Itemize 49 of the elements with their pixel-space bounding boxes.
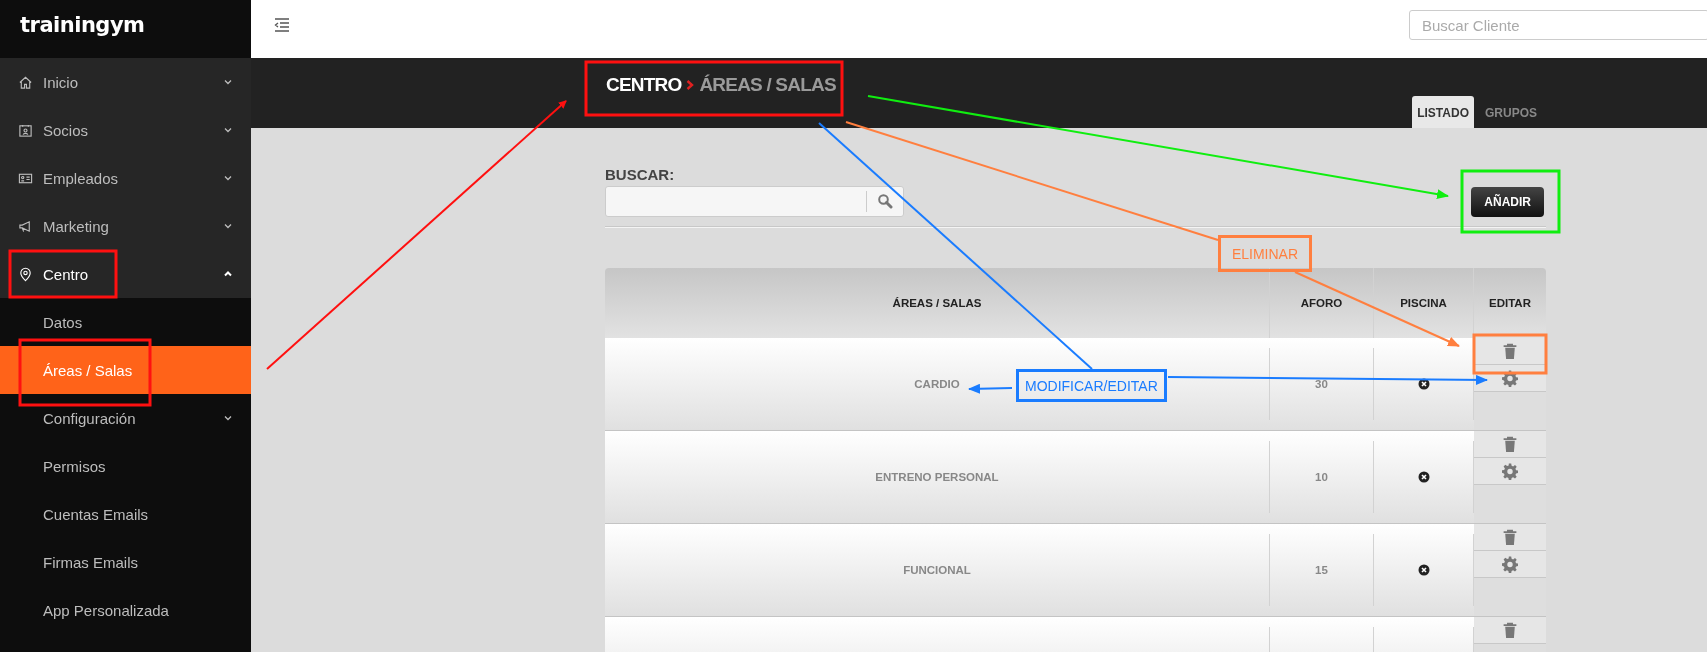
tab[interactable]: GRUPOS [1480, 96, 1542, 128]
sidebar-item[interactable]: Centro [0, 250, 251, 298]
sidebar-subitem[interactable]: Datos [0, 298, 251, 346]
annotation-arrow [968, 383, 1013, 394]
table-cell: 15 [1270, 534, 1374, 606]
id-badge-icon [18, 122, 33, 138]
sidebar-subitem[interactable]: Cuentas Emails [0, 490, 251, 538]
chevron-down-icon [223, 221, 233, 231]
home-icon [18, 74, 33, 90]
column-header: EDITAR [1488, 296, 1532, 311]
sidebar-subitem[interactable]: Configuración [0, 394, 251, 442]
chevron-down-icon [223, 125, 233, 135]
trash-icon[interactable] [1502, 528, 1518, 546]
chevron-up-icon [223, 269, 233, 279]
callout-label: MODIFICAR/EDITAR [1016, 369, 1167, 402]
menu-icon[interactable] [274, 18, 290, 32]
sidebar-subitem[interactable]: Permisos [0, 442, 251, 490]
chevron-down-icon [223, 77, 233, 87]
chevron-down-icon [223, 413, 233, 423]
logo: trainingym [19, 12, 146, 39]
tab[interactable]: LISTADO [1412, 96, 1474, 128]
table-cell: FUNCIONAL [605, 534, 1270, 606]
table-cell: 10 [1270, 441, 1374, 513]
gear-icon[interactable] [1502, 555, 1518, 573]
trash-icon[interactable] [1502, 435, 1518, 453]
breadcrumb-item: ÁREAS / SALAS [698, 73, 837, 97]
table-cell: ENTRENO PERSONAL [605, 441, 1270, 513]
sidebar-item[interactable]: Marketing [0, 202, 251, 250]
trash-icon[interactable] [1502, 342, 1518, 360]
chevron-right-icon [686, 79, 695, 92]
search-label: BUSCAR: [605, 166, 676, 183]
search-icon[interactable] [877, 193, 893, 209]
sidebar-item[interactable]: Inicio [0, 58, 251, 106]
trash-icon[interactable] [1502, 621, 1518, 639]
sidebar-item[interactable]: Empleados [0, 154, 251, 202]
gear-icon[interactable] [1502, 369, 1518, 387]
sidebar-subitem[interactable]: Firmas Emails [0, 538, 251, 586]
breadcrumb-item[interactable]: CENTRO [605, 72, 683, 99]
search-field[interactable] [605, 186, 904, 217]
sidebar-item[interactable]: Socios [0, 106, 251, 154]
add-button[interactable]: AÑADIR [1471, 187, 1544, 217]
chevron-down-icon [223, 173, 233, 183]
gear-icon[interactable] [1502, 462, 1518, 480]
table-cell: 30 [1270, 348, 1374, 420]
megaphone-icon [18, 218, 33, 234]
callout-label: ELIMINAR [1218, 235, 1312, 272]
location-pin-icon [18, 266, 33, 282]
sidebar-subitem[interactable]: App Personalizada [0, 586, 251, 634]
search-field[interactable]: Buscar Cliente [1409, 10, 1707, 40]
